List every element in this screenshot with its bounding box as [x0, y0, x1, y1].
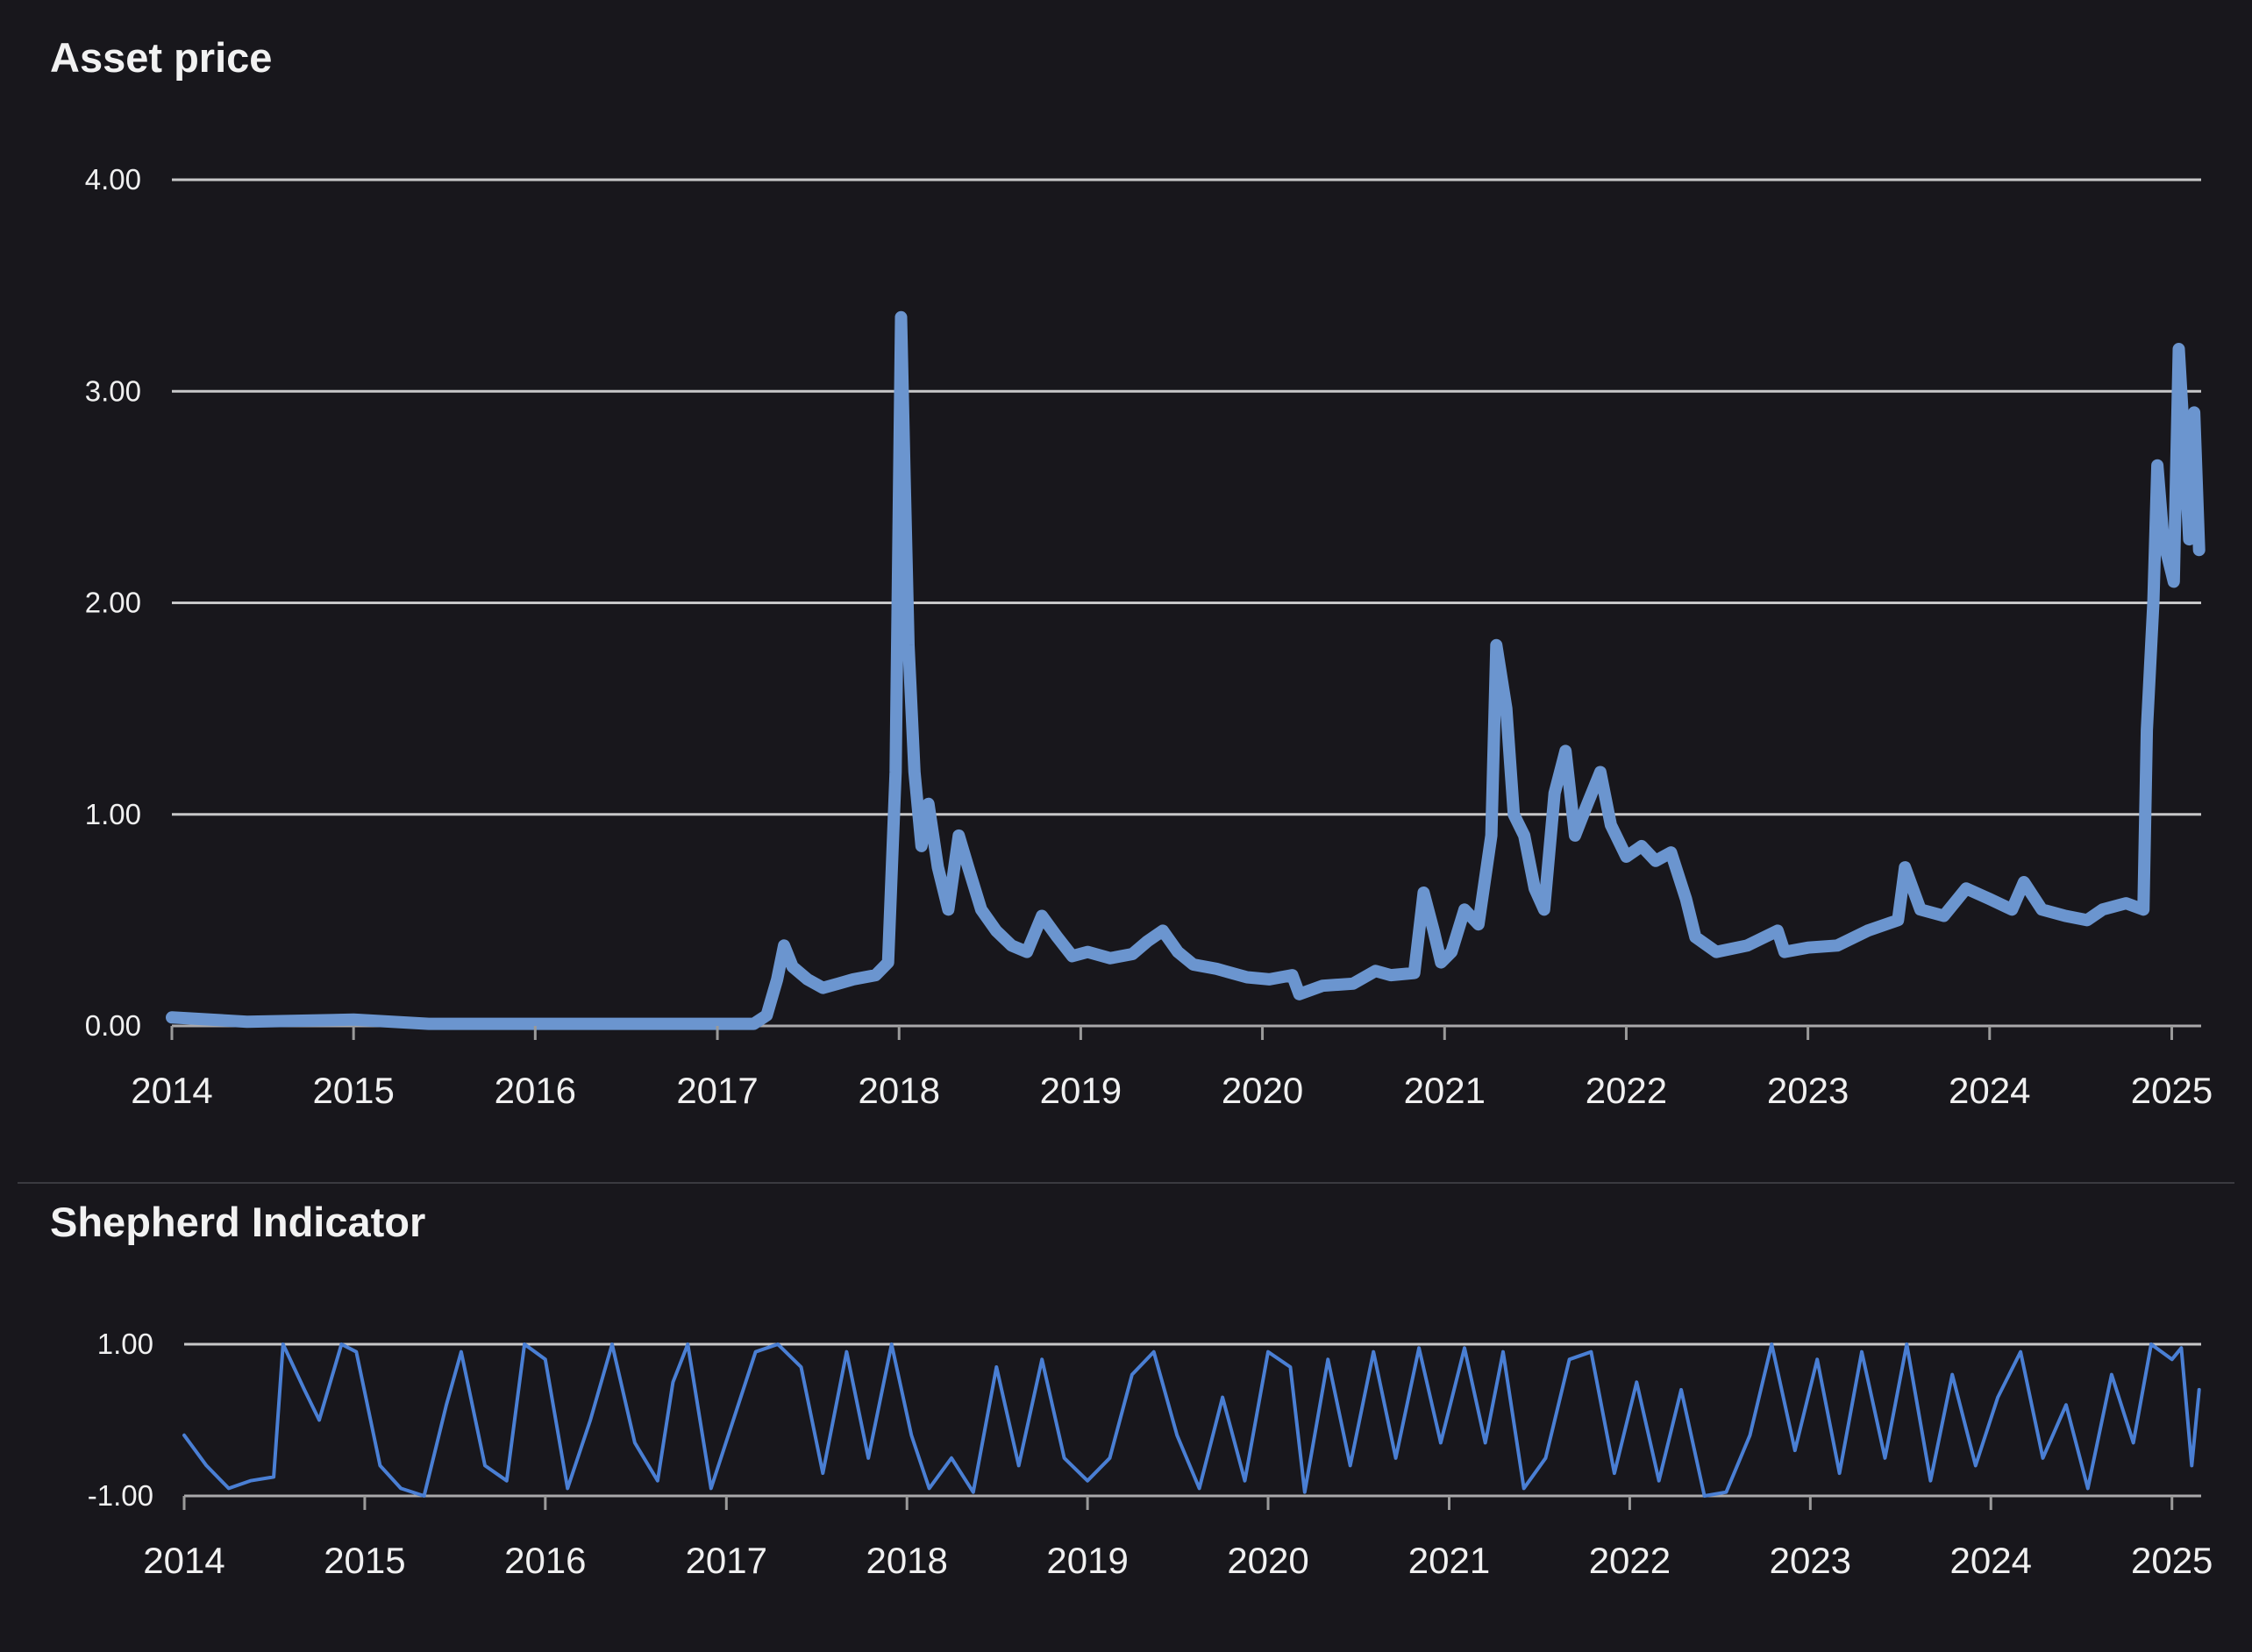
price-series: [166, 310, 2206, 1030]
indicator-x-tick-label: 2023: [1770, 1540, 1851, 1581]
indicator-y-tick-label: -1.00: [88, 1479, 153, 1512]
price-x-tick-label: 2014: [131, 1070, 212, 1111]
price-chart: 0.00 1.00 2.00 3.00 4.00 2014 2015 2016 2017 2018…: [85, 163, 2213, 1111]
price-y-tick-label: 0.00: [85, 1009, 141, 1042]
indicator-x-tick-label: 2018: [866, 1540, 947, 1581]
price-x-tick-label: 2024: [1949, 1070, 2030, 1111]
price-y-tick-label: 3.00: [85, 374, 141, 407]
price-axes: 0.00 1.00 2.00 3.00 4.00 2014 2015 2016 2017 2018…: [85, 163, 2213, 1111]
price-x-tick-label: 2025: [2131, 1070, 2213, 1111]
indicator-chart: -1.00 1.00 2014 2015 2016 2017 2018 2019 2020 202…: [88, 1328, 2213, 1581]
indicator-x-tick-label: 2021: [1408, 1540, 1490, 1581]
indicator-y-tick-label: 1.00: [97, 1328, 153, 1360]
indicator-x-tick-label: 2016: [504, 1540, 586, 1581]
indicator-line: [182, 1342, 2201, 1498]
price-x-tick-label: 2023: [1767, 1070, 1849, 1111]
price-x-tick-label: 2017: [676, 1070, 758, 1111]
price-x-tick-label: 2022: [1586, 1070, 1667, 1111]
price-y-tick-label: 4.00: [85, 163, 141, 196]
price-x-tick-label: 2021: [1404, 1070, 1486, 1111]
price-x-tick-label: 2015: [312, 1070, 394, 1111]
price-x-tick-label: 2020: [1222, 1070, 1303, 1111]
indicator-x-tick-label: 2022: [1589, 1540, 1671, 1581]
price-x-tick-label: 2016: [495, 1070, 576, 1111]
indicator-x-tick-label: 2017: [686, 1540, 767, 1581]
price-x-tick-label: 2018: [859, 1070, 940, 1111]
price-y-tick-label: 1.00: [85, 798, 141, 830]
price-x-tick-label: 2019: [1040, 1070, 1122, 1111]
indicator-x-tick-label: 2019: [1046, 1540, 1128, 1581]
indicator-axes: -1.00 1.00 2014 2015 2016 2017 2018 2019 2020 202…: [88, 1328, 2213, 1581]
price-line: [166, 310, 2206, 1030]
indicator-x-tick-label: 2015: [324, 1540, 405, 1581]
indicator-x-tick-label: 2024: [1950, 1540, 2032, 1581]
indicator-x-tick-label: 2020: [1227, 1540, 1308, 1581]
indicator-x-tick-label: 2025: [2131, 1540, 2213, 1581]
indicator-series: [182, 1342, 2201, 1498]
indicator-x-tick-label: 2014: [143, 1540, 224, 1581]
price-y-tick-label: 2.00: [85, 587, 141, 619]
